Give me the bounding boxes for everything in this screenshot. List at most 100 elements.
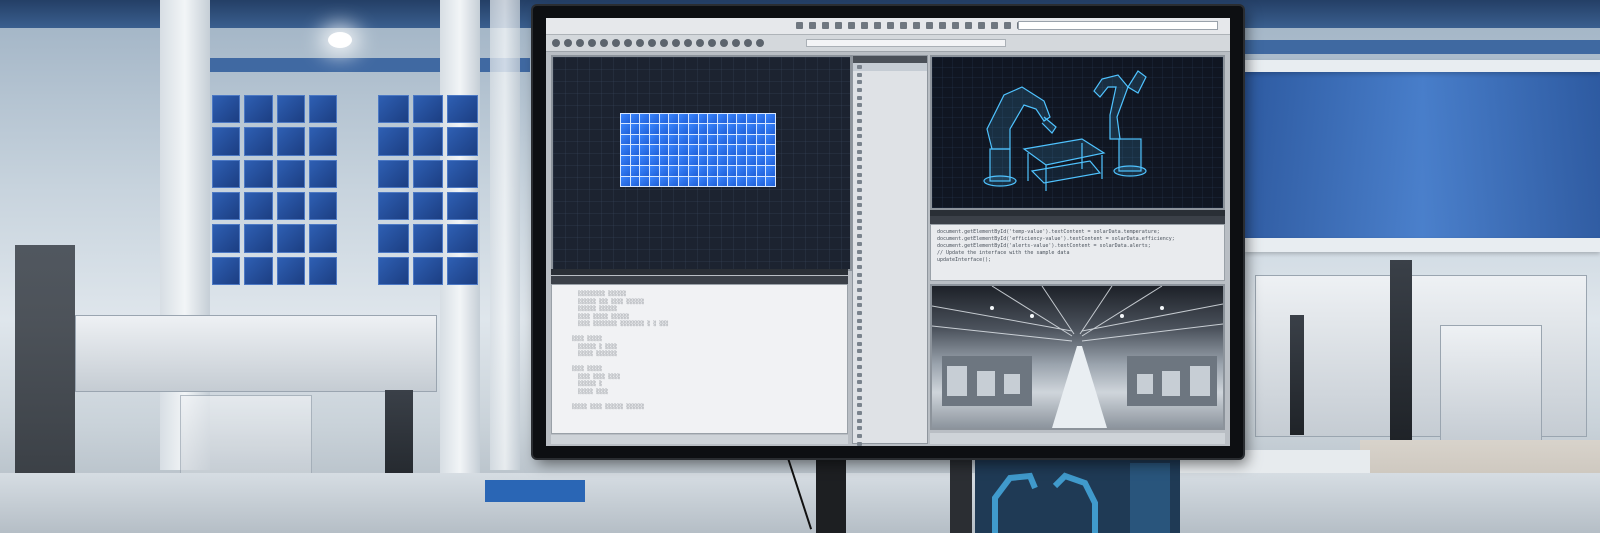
outliner-item[interactable]	[853, 194, 927, 202]
outliner-item[interactable]	[853, 386, 927, 394]
outliner-item[interactable]	[853, 178, 927, 186]
address-field[interactable]	[806, 39, 1006, 47]
outliner-item[interactable]	[853, 101, 927, 109]
outliner-item[interactable]	[853, 155, 927, 163]
outliner-item[interactable]	[853, 309, 927, 317]
outliner-item[interactable]	[853, 363, 927, 371]
outliner-item[interactable]	[853, 394, 927, 402]
solar-cell	[621, 176, 630, 186]
outliner-item[interactable]	[853, 332, 927, 340]
outliner-item[interactable]	[853, 278, 927, 286]
menu-bar	[546, 18, 1230, 35]
robot-arm-viewport[interactable]	[930, 55, 1225, 210]
outliner-item[interactable]	[853, 63, 927, 71]
solar-cell	[727, 176, 737, 186]
outliner-item[interactable]	[853, 78, 927, 86]
toolbar-icon[interactable]	[612, 39, 620, 47]
outliner-item[interactable]	[853, 340, 927, 348]
outliner-item[interactable]	[853, 209, 927, 217]
outliner-item[interactable]	[853, 355, 927, 363]
menu-icon[interactable]	[874, 22, 881, 29]
outliner-item[interactable]	[853, 71, 927, 79]
menu-icon[interactable]	[939, 22, 946, 29]
toolbar-icon[interactable]	[672, 39, 680, 47]
toolbar-icon[interactable]	[720, 39, 728, 47]
toolbar-icon[interactable]	[600, 39, 608, 47]
menu-icon[interactable]	[952, 22, 959, 29]
menu-icon[interactable]	[913, 22, 920, 29]
menu-icon[interactable]	[1004, 22, 1011, 29]
outliner-item[interactable]	[853, 140, 927, 148]
outliner-item[interactable]	[853, 132, 927, 140]
toolbar-icon[interactable]	[564, 39, 572, 47]
outliner-item[interactable]	[853, 401, 927, 409]
outliner-item[interactable]	[853, 248, 927, 256]
toolbar-icon[interactable]	[744, 39, 752, 47]
outliner-item[interactable]	[853, 117, 927, 125]
outliner-item[interactable]	[853, 440, 927, 446]
outliner-item[interactable]	[853, 432, 927, 440]
outliner-item[interactable]	[853, 286, 927, 294]
toolbar-icon[interactable]	[696, 39, 704, 47]
outliner-item[interactable]	[853, 224, 927, 232]
outliner-item[interactable]	[853, 294, 927, 302]
outliner-item[interactable]	[853, 371, 927, 379]
outliner-item[interactable]	[853, 86, 927, 94]
outliner-item[interactable]	[853, 201, 927, 209]
outliner-item[interactable]	[853, 148, 927, 156]
menu-icon[interactable]	[835, 22, 842, 29]
menu-icon[interactable]	[861, 22, 868, 29]
solar-panel-model[interactable]	[620, 113, 776, 187]
outliner-item[interactable]	[853, 271, 927, 279]
3d-viewport[interactable]	[551, 55, 852, 271]
outliner-item[interactable]	[853, 263, 927, 271]
solar-cell	[669, 155, 679, 166]
code-editor[interactable]: ░░░░░░░░░ ░░░░░░ ░░░░░░ ░░░ ░░░░ ░░░░░░ …	[551, 284, 848, 434]
outliner-item[interactable]	[853, 186, 927, 194]
toolbar-icon[interactable]	[732, 39, 740, 47]
outliner-item[interactable]	[853, 417, 927, 425]
toolbar-icon[interactable]	[576, 39, 584, 47]
outliner-item[interactable]	[853, 109, 927, 117]
menu-icon[interactable]	[809, 22, 816, 29]
toolbar-icon[interactable]	[552, 39, 560, 47]
solar-cell	[659, 124, 669, 134]
scene-outliner[interactable]	[852, 55, 928, 446]
code-panel[interactable]: document.getElementById('temp-value').te…	[930, 224, 1225, 281]
toolbar-icon[interactable]	[624, 39, 632, 47]
toolbar-icon[interactable]	[636, 39, 644, 47]
outliner-item[interactable]	[853, 232, 927, 240]
code-line: // Update the interface with the sample …	[937, 250, 1070, 256]
outliner-item[interactable]	[853, 240, 927, 248]
menu-icon[interactable]	[926, 22, 933, 29]
menu-icon[interactable]	[848, 22, 855, 29]
menu-icon[interactable]	[965, 22, 972, 29]
toolbar-icon[interactable]	[660, 39, 668, 47]
menu-icon[interactable]	[991, 22, 998, 29]
outliner-item[interactable]	[853, 347, 927, 355]
outliner-item[interactable]	[853, 301, 927, 309]
menu-icon[interactable]	[978, 22, 985, 29]
outliner-item[interactable]	[853, 125, 927, 133]
shelf	[1245, 60, 1600, 72]
toolbar-icon[interactable]	[588, 39, 596, 47]
outliner-item[interactable]	[853, 94, 927, 102]
toolbar-icon[interactable]	[684, 39, 692, 47]
toolbar-icon[interactable]	[756, 39, 764, 47]
outliner-item[interactable]	[853, 163, 927, 171]
outliner-item[interactable]	[853, 324, 927, 332]
menu-icon[interactable]	[900, 22, 907, 29]
outliner-item[interactable]	[853, 378, 927, 386]
outliner-item[interactable]	[853, 171, 927, 179]
outliner-item[interactable]	[853, 217, 927, 225]
search-input[interactable]	[1018, 21, 1218, 30]
outliner-item[interactable]	[853, 317, 927, 325]
outliner-item[interactable]	[853, 409, 927, 417]
outliner-item[interactable]	[853, 424, 927, 432]
outliner-item[interactable]	[853, 255, 927, 263]
menu-icon[interactable]	[887, 22, 894, 29]
menu-icon[interactable]	[822, 22, 829, 29]
toolbar-icon[interactable]	[648, 39, 656, 47]
menu-icon[interactable]	[796, 22, 803, 29]
toolbar-icon[interactable]	[708, 39, 716, 47]
